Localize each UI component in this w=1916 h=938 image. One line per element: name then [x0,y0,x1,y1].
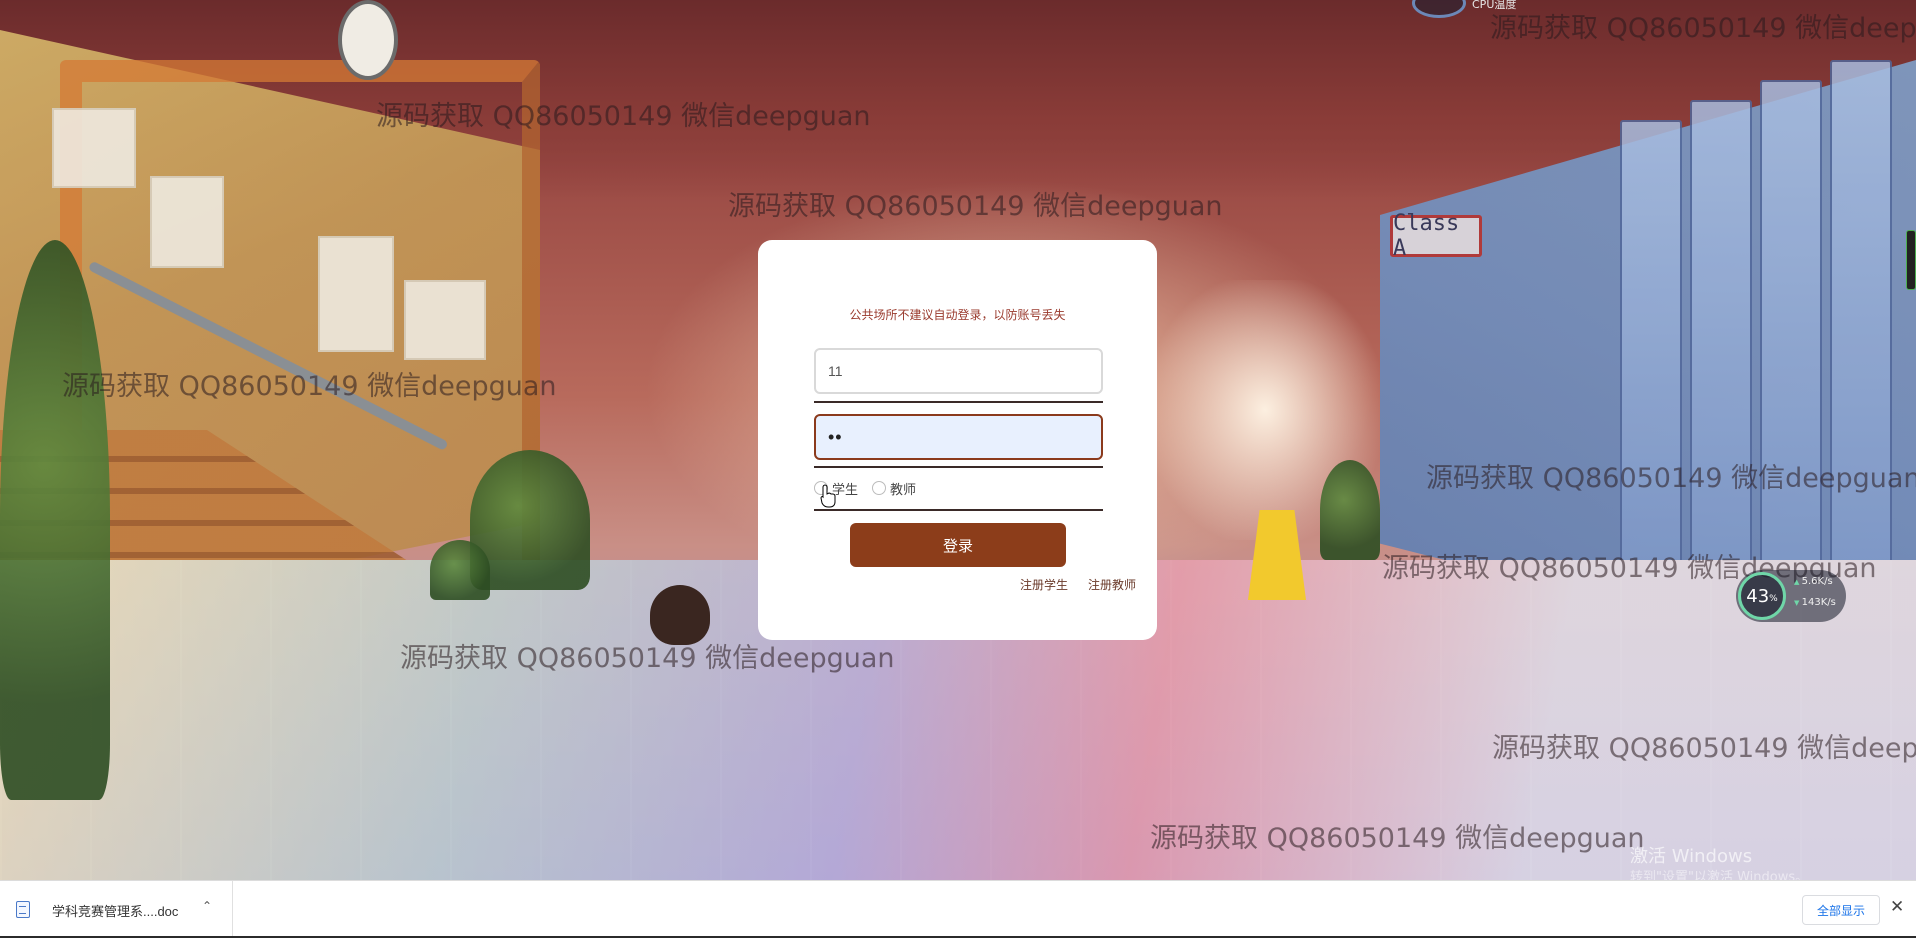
username-input[interactable]: 11 [814,348,1103,394]
network-percent: 43 [1746,585,1770,607]
cpu-label: CPU温度 [1472,0,1517,11]
wall-poster [52,108,136,188]
radio-teacher[interactable] [872,481,887,495]
wall-poster [318,236,394,352]
download-item[interactable]: 学科竞赛管理系....doc ⌃ [0,881,233,938]
divider [814,466,1103,468]
login-card: 公共场所不建议自动登录，以防账号丢失 11 •• 学生 教师 登录 注册学生 注… [758,240,1157,640]
show-all-button[interactable]: 全部显示 [1802,895,1880,925]
register-student-link[interactable]: 注册学生 [1020,576,1068,593]
plant [1320,460,1380,560]
login-notice: 公共场所不建议自动登录，以防账号丢失 [849,308,1066,322]
plant [0,240,110,800]
login-button[interactable]: 登录 [850,523,1066,567]
divider [814,401,1103,403]
locker [1690,100,1752,600]
doc-icon [16,901,30,918]
plant [430,540,490,600]
download-bar: 学科竞赛管理系....doc ⌃ 全部显示 ✕ [0,880,1916,938]
hand-cursor-icon [820,484,836,508]
wall-clock [338,0,398,80]
role-selector: 学生 教师 [814,478,1103,498]
divider [814,509,1103,511]
network-percent-unit: % [1769,594,1778,604]
download-file-name[interactable]: 学科竞赛管理系....doc [52,901,178,920]
download-speed: 143K/s [1794,597,1836,608]
side-meter [1906,230,1916,290]
wall-poster [404,280,486,360]
close-icon[interactable]: ✕ [1890,897,1904,917]
network-usage-ring: 43% [1738,572,1786,620]
locker [1760,80,1822,610]
cat [650,585,710,645]
locker [1620,120,1682,590]
role-label-teacher[interactable]: 教师 [890,479,916,498]
class-sign: Class A [1390,211,1482,261]
chevron-up-icon[interactable]: ⌃ [202,899,212,913]
wall-poster [150,176,224,268]
locker [1830,60,1892,620]
register-teacher-link[interactable]: 注册教师 [1088,576,1136,593]
activate-windows-title: 激活 Windows [1630,846,1753,867]
upload-speed: 5.6K/s [1794,576,1833,587]
password-input[interactable]: •• [814,414,1103,460]
